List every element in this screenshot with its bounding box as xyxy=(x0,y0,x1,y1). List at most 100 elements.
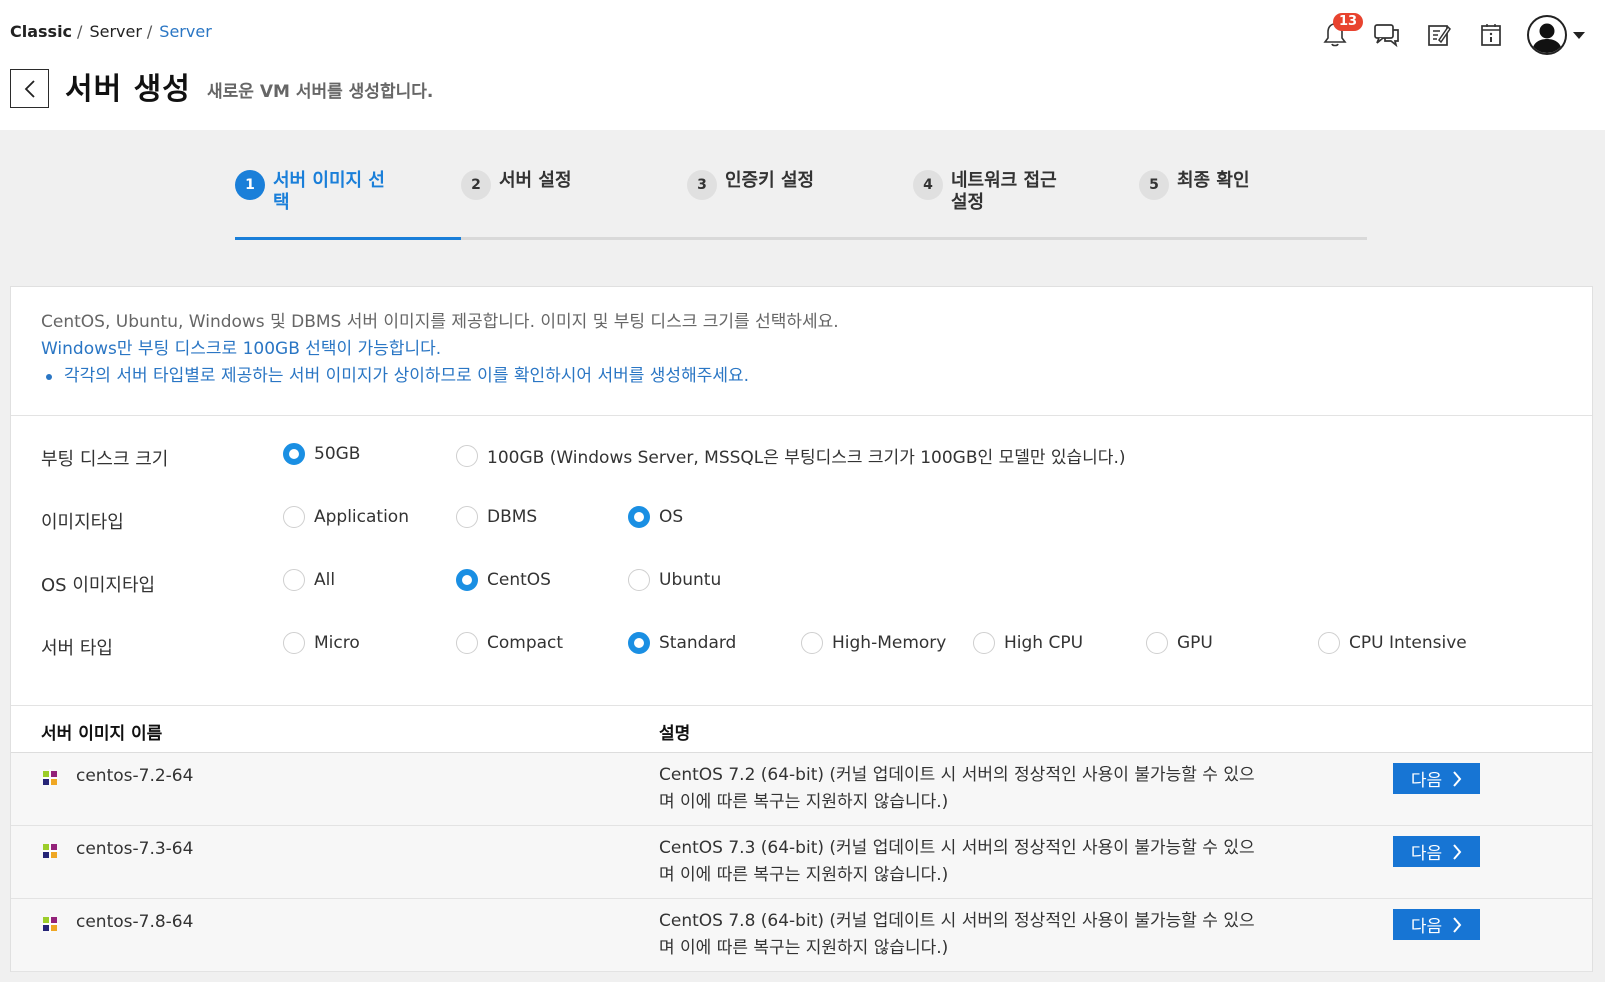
info-panel-icon xyxy=(1481,24,1501,46)
radio-label: Ubuntu xyxy=(659,570,722,590)
filter-image-type: 이미지타입 Application DBMS OS xyxy=(11,504,1592,534)
chat-icon xyxy=(1374,24,1399,48)
server-image-panel: CentOS, Ubuntu, Windows 및 DBMS 서버 이미지를 제… xyxy=(10,286,1593,972)
image-description: CentOS 7.3 (64-bit) (커널 업데이트 시 서버의 정상적인 … xyxy=(659,838,1255,885)
info-line-windows: Windows만 부팅 디스크로 100GB 선택이 가능합니다. xyxy=(41,339,442,359)
radio-circle xyxy=(456,506,478,528)
header-actions: 13 xyxy=(1309,12,1585,58)
radio-boot-50gb[interactable]: 50GB xyxy=(283,443,360,465)
filter-label: 서버 타입 xyxy=(41,638,113,659)
radio-circle xyxy=(456,632,478,654)
user-menu[interactable] xyxy=(1527,15,1585,55)
step-final-review[interactable]: 5 최종 확인 xyxy=(1139,170,1365,200)
filter-boot-disk: 부팅 디스크 크기 50GB 100GB (Windows Server, MS… xyxy=(11,441,1592,471)
chevron-left-icon xyxy=(24,79,35,98)
info-notice: CentOS, Ubuntu, Windows 및 DBMS 서버 이미지를 제… xyxy=(11,287,1592,416)
step-number: 3 xyxy=(687,170,717,200)
step-auth-key[interactable]: 3 인증키 설정 xyxy=(687,170,913,200)
chat-button[interactable] xyxy=(1361,12,1413,58)
breadcrumb-item-server[interactable]: Server xyxy=(89,22,141,41)
user-avatar-icon xyxy=(1527,15,1567,55)
radio-os-centos[interactable]: CentOS xyxy=(456,569,551,591)
step-server-image[interactable]: 1 서버 이미지 선택 xyxy=(235,170,461,214)
server-image-table: 서버 이미지 이름 설명 centos-7.2-64 CentOS 7.2 (6… xyxy=(11,705,1592,972)
step-number: 4 xyxy=(913,170,943,200)
filter-server-type: 서버 타입 Micro Compact Standard High-Memory… xyxy=(11,630,1592,660)
radio-boot-100gb[interactable]: 100GB (Windows Server, MSSQL은 부팅디스크 크기가 … xyxy=(456,443,1126,468)
radio-label: 50GB xyxy=(314,444,361,464)
radio-image-dbms[interactable]: DBMS xyxy=(456,506,537,528)
next-button-label: 다음 xyxy=(1410,771,1443,791)
next-button-label: 다음 xyxy=(1410,844,1443,864)
step-number: 2 xyxy=(461,170,491,200)
info-line: CentOS, Ubuntu, Windows 및 DBMS 서버 이미지를 제… xyxy=(41,312,839,332)
radio-circle xyxy=(628,506,650,528)
memo-button[interactable] xyxy=(1413,12,1465,58)
radio-type-high-cpu[interactable]: High CPU xyxy=(973,632,1083,654)
radio-os-all[interactable]: All xyxy=(283,569,335,591)
step-network-access[interactable]: 4 네트워크 접근 설정 xyxy=(913,170,1139,214)
radio-circle xyxy=(1318,632,1340,654)
step-number: 1 xyxy=(235,170,265,200)
radio-circle xyxy=(283,569,305,591)
step-label: 최종 확인 xyxy=(1177,170,1250,191)
info-bullet: 각각의 서버 타입별로 제공하는 서버 이미지가 상이하므로 이를 확인하시어 … xyxy=(41,363,1562,390)
filter-label: 부팅 디스크 크기 xyxy=(41,449,169,470)
image-description: CentOS 7.2 (64-bit) (커널 업데이트 시 서버의 정상적인 … xyxy=(659,765,1255,812)
image-name: centos-7.3-64 xyxy=(76,839,194,859)
radio-type-high-memory[interactable]: High-Memory xyxy=(801,632,946,654)
radio-label: Standard xyxy=(659,633,737,653)
top-header: Classic / Server / Server 서버 생성 새로운 VM 서… xyxy=(0,0,1605,130)
next-button[interactable]: 다음 xyxy=(1393,836,1480,867)
radio-label: Application xyxy=(314,507,409,527)
radio-circle xyxy=(283,443,305,465)
radio-circle xyxy=(283,506,305,528)
notifications-button[interactable]: 13 xyxy=(1309,12,1364,58)
chevron-right-icon xyxy=(1453,916,1462,933)
radio-image-os[interactable]: OS xyxy=(628,506,683,528)
radio-type-gpu[interactable]: GPU xyxy=(1146,632,1213,654)
radio-circle xyxy=(801,632,823,654)
radio-label: CPU Intensive xyxy=(1349,633,1467,653)
radio-type-standard[interactable]: Standard xyxy=(628,632,736,654)
breadcrumb: Classic / Server / Server xyxy=(10,22,212,41)
radio-circle xyxy=(973,632,995,654)
breadcrumb-separator: / xyxy=(146,22,153,41)
radio-label: All xyxy=(314,570,336,590)
page-title: 서버 생성 xyxy=(65,72,191,107)
radio-type-micro[interactable]: Micro xyxy=(283,632,360,654)
column-header-name: 서버 이미지 이름 xyxy=(41,724,163,744)
radio-os-ubuntu[interactable]: Ubuntu xyxy=(628,569,721,591)
step-label: 서버 설정 xyxy=(499,170,572,191)
image-name: centos-7.8-64 xyxy=(76,912,194,932)
chevron-down-icon xyxy=(1573,31,1585,39)
filter-label: OS 이미지타입 xyxy=(41,575,156,596)
filter-label: 이미지타입 xyxy=(41,512,124,533)
radio-label: GPU xyxy=(1177,633,1213,653)
next-button[interactable]: 다음 xyxy=(1393,763,1480,794)
radio-circle xyxy=(1146,632,1168,654)
step-server-settings[interactable]: 2 서버 설정 xyxy=(461,170,687,200)
radio-image-application[interactable]: Application xyxy=(283,506,409,528)
step-number: 5 xyxy=(1139,170,1169,200)
next-button[interactable]: 다음 xyxy=(1393,909,1480,940)
step-label: 인증키 설정 xyxy=(725,170,815,191)
radio-label: High CPU xyxy=(1004,633,1084,653)
notification-count-badge: 13 xyxy=(1333,13,1364,31)
filter-os-image-type: OS 이미지타입 All CentOS Ubuntu xyxy=(11,567,1592,597)
edit-note-icon xyxy=(1428,25,1451,46)
radio-type-compact[interactable]: Compact xyxy=(456,632,563,654)
radio-circle xyxy=(628,569,650,591)
table-row: centos-7.3-64 CentOS 7.3 (64-bit) (커널 업데… xyxy=(11,826,1592,899)
page-subtitle: 새로운 VM 서버를 생성합니다. xyxy=(207,82,434,102)
stepper-progress xyxy=(235,237,461,240)
breadcrumb-item-classic[interactable]: Classic xyxy=(10,22,72,41)
wizard-stepper: 1 서버 이미지 선택 2 서버 설정 3 인증키 설정 4 네트워크 접근 설… xyxy=(235,170,1367,242)
step-label: 네트워크 접근 설정 xyxy=(951,170,1057,213)
info-button[interactable] xyxy=(1465,12,1517,58)
breadcrumb-current: Server xyxy=(159,22,212,41)
radio-type-cpu-intensive[interactable]: CPU Intensive xyxy=(1318,632,1467,654)
radio-circle xyxy=(456,569,478,591)
centos-logo-icon xyxy=(41,915,59,937)
back-button[interactable] xyxy=(10,69,49,108)
